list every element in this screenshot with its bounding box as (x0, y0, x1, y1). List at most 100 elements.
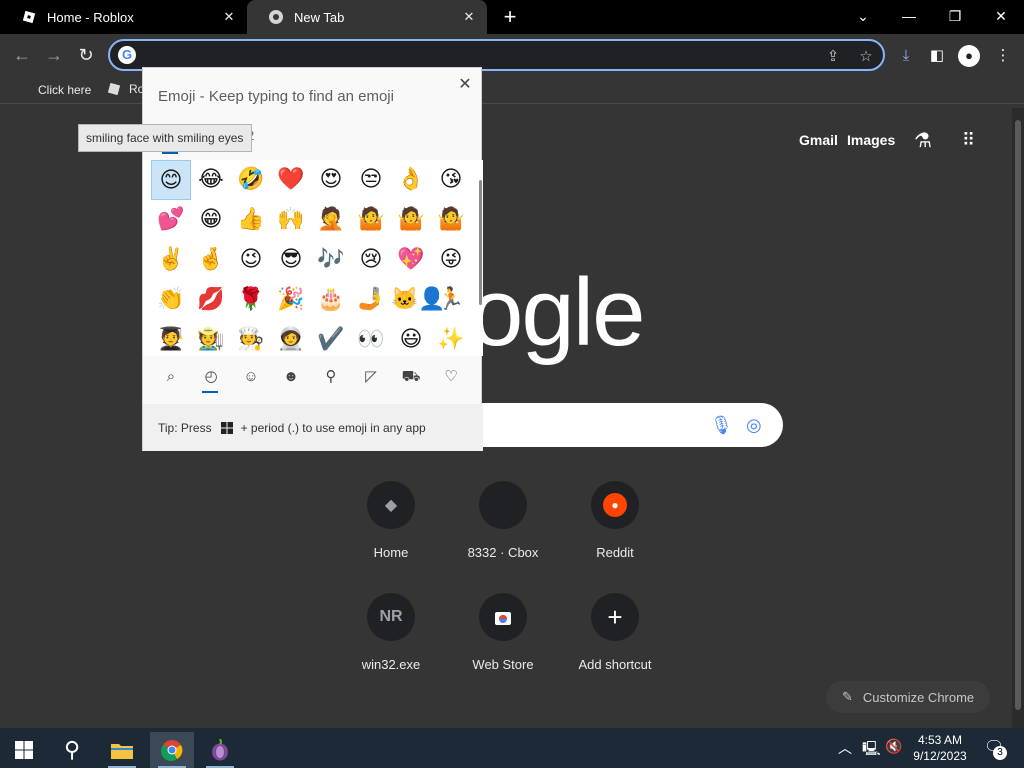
emoji-cell[interactable]: 💖 (391, 240, 431, 280)
emoji-cell[interactable]: 😊 (151, 160, 191, 200)
emoji-cell[interactable]: 🎂 (311, 280, 351, 320)
forward-button[interactable]: → (42, 43, 66, 67)
emoji-cell[interactable]: 🐱‍👤 (391, 280, 446, 320)
customize-chrome-button[interactable]: ✎ Customize Chrome (826, 681, 990, 713)
category-symbols-icon[interactable]: ♡ (439, 366, 463, 388)
new-tab-button[interactable]: + (498, 5, 522, 29)
emoji-cell[interactable]: 🎉 (271, 280, 311, 320)
close-window-button[interactable]: ✕ (983, 3, 1019, 29)
emoji-cell[interactable]: 😒 (351, 160, 391, 200)
side-panel-icon[interactable]: ◧ (927, 46, 947, 66)
clock[interactable]: 4:53 AM 9/12/2023 (907, 732, 973, 764)
shortcut-cbox[interactable]: 8332 · Cbox (447, 481, 559, 560)
share-icon[interactable]: ⇪ (823, 47, 843, 67)
emoji-scrollbar[interactable] (479, 180, 482, 305)
category-celebrations-icon[interactable]: ⚲ (319, 366, 343, 388)
category-food-icon[interactable]: ◸ (359, 366, 383, 388)
restore-button[interactable]: ❐ (937, 3, 973, 29)
emoji-cell[interactable]: 🏃 (431, 280, 471, 320)
emoji-cell[interactable]: 🤷 (351, 200, 391, 240)
emoji-cell[interactable]: 😢 (351, 240, 391, 280)
emoji-cell[interactable]: 👏 (151, 280, 191, 320)
emoji-cell[interactable]: 🎶 (311, 240, 351, 280)
menu-kebab-icon[interactable]: ⋮ (993, 46, 1013, 66)
tab-title: New Tab (294, 9, 345, 25)
emoji-cell[interactable]: 🧑‍🌾 (191, 320, 231, 360)
shortcut-win32[interactable]: NR win32.exe (335, 593, 447, 672)
minimize-button[interactable]: — (891, 3, 927, 29)
category-people-icon[interactable]: ☻ (279, 366, 303, 388)
emoji-cell[interactable]: 💕 (151, 200, 191, 240)
page-scrollbar[interactable] (1012, 108, 1024, 728)
emoji-cell[interactable]: 😁 (191, 200, 231, 240)
close-tab-icon[interactable]: ✕ (461, 9, 477, 25)
emoji-cell[interactable]: 👌 (391, 160, 431, 200)
chevron-up-icon[interactable]: ︿ (838, 738, 852, 758)
emoji-cell[interactable]: 😉 (231, 240, 271, 280)
emoji-cell[interactable]: 😜 (431, 240, 471, 280)
emoji-cell[interactable]: ✔️ (311, 320, 351, 360)
tab-search-button[interactable]: ⌄ (845, 3, 881, 29)
emoji-cell[interactable]: 😘 (431, 160, 471, 200)
emoji-tooltip: smiling face with smiling eyes (78, 124, 252, 152)
category-travel-icon[interactable]: ⛟ (399, 366, 423, 388)
volume-muted-icon[interactable]: 🔇 (885, 738, 902, 755)
category-search-icon[interactable]: ⌕ (159, 366, 183, 388)
bookmark-star-icon[interactable]: ☆ (856, 47, 876, 67)
taskbar: ⚲ ︿ 🖳 🔇 🗨 3 (0, 728, 1024, 768)
shortcut-home[interactable]: ◆ Home (335, 481, 447, 560)
close-tab-icon[interactable]: ✕ (221, 9, 237, 25)
emoji-cell[interactable]: 🤳 (351, 280, 391, 320)
category-smileys-icon[interactable]: ☺ (239, 366, 263, 388)
bookmark-click-here[interactable]: Click here (38, 83, 91, 97)
emoji-cell[interactable]: 💋 (191, 280, 231, 320)
emoji-cell[interactable]: 👍 (231, 200, 271, 240)
emoji-cell[interactable]: 😎 (271, 240, 311, 280)
apps-grid-icon[interactable]: ⠿ (962, 130, 975, 151)
emoji-cell[interactable]: 🤞 (191, 240, 231, 280)
emoji-cell[interactable]: 😂 (191, 160, 231, 200)
shortcut-reddit[interactable]: ● Reddit (559, 481, 671, 560)
pencil-icon: ✎ (842, 689, 853, 704)
emoji-cell[interactable]: 🤦 (311, 200, 351, 240)
bookmark-roblox[interactable]: Ro (107, 82, 144, 96)
close-icon[interactable]: ✕ (456, 76, 474, 94)
voice-search-icon[interactable]: 🎙 (710, 415, 733, 436)
emoji-cell[interactable]: 🤷 (431, 200, 471, 240)
emoji-cell[interactable]: 🤣 (231, 160, 271, 200)
emoji-cell[interactable]: 🙌 (271, 200, 311, 240)
shortcut-web-store[interactable]: Web Store (447, 593, 559, 672)
network-icon[interactable]: 🖳 (862, 738, 881, 762)
download-icon[interactable]: ⤓ (896, 46, 916, 66)
tab-new-tab[interactable]: New Tab ✕ (247, 0, 487, 34)
file-explorer-icon[interactable] (100, 732, 144, 768)
search-box[interactable]: 🎙 ◎ (440, 403, 783, 447)
profile-avatar-icon[interactable]: ● (958, 45, 980, 67)
google-g-icon: G (118, 46, 136, 64)
labs-flask-icon[interactable]: ⚗ (914, 128, 932, 153)
lens-search-icon[interactable]: ◎ (746, 415, 762, 436)
search-icon[interactable]: ⚲ (50, 732, 94, 768)
reload-button[interactable]: ↻ (74, 43, 98, 67)
images-link[interactable]: Images (847, 132, 895, 148)
back-button[interactable]: ← (10, 43, 34, 67)
emoji-cell[interactable]: ✌️ (151, 240, 191, 280)
start-button[interactable] (2, 732, 46, 768)
shortcut-add[interactable]: + Add shortcut (559, 593, 671, 672)
emoji-cell[interactable]: ❤️ (271, 160, 311, 200)
emoji-cell[interactable]: 😃 (391, 320, 431, 360)
emoji-cell[interactable]: 😍 (311, 160, 351, 200)
scrollbar-thumb[interactable] (1015, 120, 1021, 710)
emoji-cell[interactable]: 🤷 (391, 200, 431, 240)
category-recent-icon[interactable]: ◴ (199, 366, 223, 388)
tor-browser-icon[interactable] (198, 732, 242, 768)
emoji-cell[interactable]: 👀 (351, 320, 391, 360)
emoji-cell[interactable]: 🧑‍🍳 (231, 320, 271, 360)
emoji-cell[interactable]: 🌹 (231, 280, 271, 320)
tab-roblox[interactable]: Home - Roblox ✕ (0, 0, 247, 34)
emoji-cell[interactable]: ✨ (431, 320, 471, 360)
emoji-cell[interactable]: 🧑‍🚀 (271, 320, 311, 360)
emoji-cell[interactable]: 🧑‍🎓 (151, 320, 191, 360)
gmail-link[interactable]: Gmail (799, 132, 838, 148)
chrome-taskbar-icon[interactable] (150, 732, 194, 768)
